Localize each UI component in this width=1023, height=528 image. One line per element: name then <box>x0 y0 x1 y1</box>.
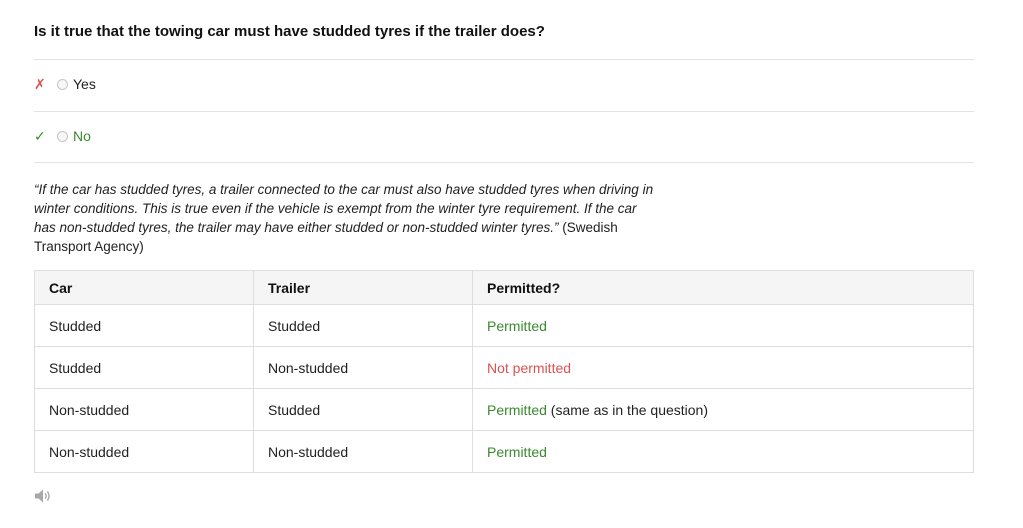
cell-permitted: Not permitted <box>472 346 974 389</box>
table-row: Studded Studded Permitted <box>34 304 974 347</box>
table-row: Non-studded Studded Permitted (same as i… <box>34 388 974 431</box>
correct-mark-icon: ✓ <box>34 127 46 144</box>
permitted-status: Permitted <box>487 317 547 334</box>
cell-car: Studded <box>34 304 254 347</box>
divider <box>34 162 974 163</box>
speaker-icon[interactable] <box>34 488 52 504</box>
cell-trailer: Studded <box>253 388 473 431</box>
cell-trailer: Non-studded <box>253 430 473 473</box>
radio-button-yes[interactable] <box>57 78 68 90</box>
cell-car: Non-studded <box>34 388 254 431</box>
option-no-label: No <box>73 128 91 144</box>
permitted-status: Permitted <box>487 401 547 418</box>
permitted-status: Not permitted <box>487 359 572 376</box>
permitted-note: (same as in the question) <box>546 401 709 418</box>
explanation-text: “If the car has studded tyres, a trailer… <box>34 180 654 256</box>
radio-button-no[interactable] <box>57 130 68 142</box>
option-yes[interactable]: ✗ Yes <box>34 74 96 94</box>
cell-car: Non-studded <box>34 430 254 473</box>
permission-table: Car Trailer Permitted? Studded Studded P… <box>34 270 974 473</box>
column-header-trailer: Trailer <box>253 270 473 305</box>
permitted-status: Permitted <box>487 443 547 460</box>
cell-permitted: Permitted <box>472 430 974 473</box>
wrong-mark-icon: ✗ <box>34 75 46 92</box>
divider <box>34 111 974 112</box>
option-no[interactable]: ✓ No <box>34 126 91 146</box>
table-header-row: Car Trailer Permitted? <box>34 270 974 305</box>
table-row: Studded Non-studded Not permitted <box>34 346 974 389</box>
divider <box>34 59 974 60</box>
cell-trailer: Studded <box>253 304 473 347</box>
cell-permitted: Permitted <box>472 304 974 347</box>
question-title: Is it true that the towing car must have… <box>34 23 545 40</box>
column-header-permitted: Permitted? <box>472 270 974 305</box>
option-yes-label: Yes <box>73 76 96 92</box>
quiz-page: Is it true that the towing car must have… <box>0 0 1023 528</box>
table-row: Non-studded Non-studded Permitted <box>34 430 974 473</box>
cell-trailer: Non-studded <box>253 346 473 389</box>
cell-car: Studded <box>34 346 254 389</box>
cell-permitted: Permitted (same as in the question) <box>472 388 974 431</box>
column-header-car: Car <box>34 270 254 305</box>
